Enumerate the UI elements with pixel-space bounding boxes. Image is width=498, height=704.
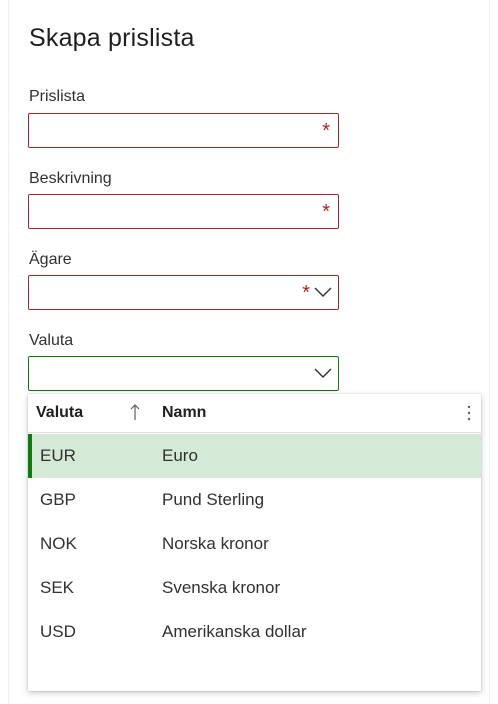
lookup-header: Valuta Namn: [28, 394, 481, 433]
currency-name: Euro: [162, 446, 198, 465]
create-price-list-panel: Skapa prislista Prislista * Beskrivning …: [8, 0, 490, 704]
currency-name: Svenska kronor: [162, 578, 281, 597]
chevron-down-icon[interactable]: [314, 367, 332, 379]
page-title: Skapa prislista: [29, 24, 195, 52]
required-indicator: *: [322, 120, 330, 142]
column-header-valuta[interactable]: Valuta: [36, 404, 83, 422]
lookup-row-eur[interactable]: EUR Euro: [28, 434, 481, 478]
required-indicator: *: [322, 201, 330, 223]
lookup-row-usd[interactable]: USD Amerikanska dollar: [28, 610, 481, 654]
currency-code: SEK: [40, 578, 75, 597]
valuta-label: Valuta: [29, 332, 74, 349]
currency-lookup: Valuta Namn EUR Euro GBP Pund Sterling N…: [28, 394, 481, 691]
lookup-row-nok[interactable]: NOK Norska kronor: [28, 522, 481, 566]
currency-code: USD: [40, 622, 76, 641]
selection-indicator: [28, 434, 32, 478]
lookup-row-gbp[interactable]: GBP Pund Sterling: [28, 478, 481, 522]
currency-code: GBP: [40, 490, 76, 509]
currency-name: Amerikanska dollar: [162, 622, 307, 641]
beskrivning-label: Beskrivning: [29, 170, 112, 187]
required-indicator: *: [302, 282, 310, 304]
arrow-up-icon[interactable]: [130, 403, 140, 421]
chevron-down-icon[interactable]: [314, 286, 332, 298]
agare-label: Ägare: [29, 251, 72, 268]
valuta-field[interactable]: [28, 356, 339, 391]
currency-name: Pund Sterling: [162, 490, 265, 509]
currency-name: Norska kronor: [162, 534, 269, 553]
currency-code: NOK: [40, 534, 77, 553]
agare-field[interactable]: *: [28, 275, 339, 310]
prislista-label: Prislista: [29, 88, 86, 105]
currency-code: EUR: [40, 446, 76, 465]
prislista-field[interactable]: *: [28, 113, 339, 148]
beskrivning-field[interactable]: *: [28, 194, 339, 229]
lookup-row-sek[interactable]: SEK Svenska kronor: [28, 566, 481, 610]
column-header-namn[interactable]: Namn: [162, 404, 206, 422]
more-vertical-icon[interactable]: [467, 404, 471, 422]
